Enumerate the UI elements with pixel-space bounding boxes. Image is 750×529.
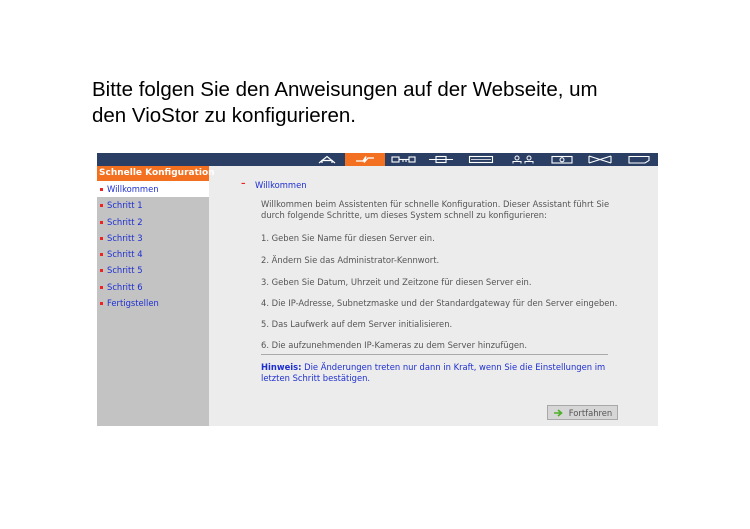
sidebar-item-willkommen[interactable]: Willkommen <box>97 181 209 198</box>
tab-disk[interactable] <box>460 153 502 166</box>
step-1: 1. Geben Sie Name für diesen Server ein. <box>261 233 435 243</box>
logs-icon <box>628 155 650 164</box>
divider <box>261 354 608 355</box>
camera-icon <box>551 155 573 164</box>
sidebar-item-schritt-2[interactable]: Schritt 2 <box>97 214 209 230</box>
instruction-text: Bitte folgen Sie den Anweisungen auf der… <box>92 77 692 129</box>
sidebar-item-schritt-6[interactable]: Schritt 6 <box>97 279 209 295</box>
note-text: Die Änderungen treten nur dann in Kraft,… <box>261 362 606 383</box>
sidebar-item-fertigstellen[interactable]: Fertigstellen <box>97 295 209 311</box>
step-6: 6. Die aufzunehmenden IP-Kameras zu dem … <box>261 340 528 350</box>
tab-recording[interactable] <box>581 153 619 166</box>
step-2: 2. Ändern Sie das Administrator-Kennwort… <box>261 255 440 265</box>
sidebar-item-schritt-1[interactable]: Schritt 1 <box>97 197 209 213</box>
tab-users[interactable] <box>503 153 543 166</box>
tab-home[interactable] <box>309 153 344 166</box>
tab-system-settings[interactable] <box>386 153 422 166</box>
home-icon <box>318 155 335 164</box>
arrow-right-icon <box>553 408 563 417</box>
note: Hinweis: Die Änderungen treten nur dann … <box>261 362 621 384</box>
intro-text: Willkommen beim Assistenten für schnelle… <box>261 199 610 220</box>
continue-button[interactable]: Fortfahren <box>547 405 618 420</box>
top-nav-bar <box>97 153 658 166</box>
instruction-line-2: den VioStor zu konfigurieren. <box>92 104 357 127</box>
section-title: Willkommen <box>255 180 307 190</box>
tab-network[interactable] <box>423 153 459 166</box>
note-label: Hinweis: <box>261 362 302 372</box>
users-icon <box>512 155 534 164</box>
network-icon <box>429 155 453 164</box>
app-window: Schnelle Konfiguration Willkommen Schrit… <box>97 153 658 426</box>
sidebar-item-schritt-5[interactable]: Schritt 5 <box>97 262 209 278</box>
step-3: 3. Geben Sie Datum, Uhrzeit und Zeitzone… <box>261 277 532 287</box>
continue-button-label: Fortfahren <box>568 407 613 418</box>
disk-icon <box>468 155 494 164</box>
tab-camera[interactable] <box>544 153 580 166</box>
recording-icon <box>588 155 612 164</box>
instruction-line-1: Bitte folgen Sie den Anweisungen auf der… <box>92 78 598 101</box>
quick-config-icon <box>356 156 374 163</box>
sidebar-header: Schnelle Konfiguration <box>97 166 215 181</box>
sidebar-item-schritt-4[interactable]: Schritt 4 <box>97 246 209 262</box>
section-dash: – <box>241 179 246 189</box>
tab-quick-config[interactable] <box>345 153 385 166</box>
system-settings-icon <box>391 156 416 163</box>
step-5: 5. Das Laufwerk auf dem Server initialis… <box>261 319 453 329</box>
step-4: 4. Die IP-Adresse, Subnetzmaske und der … <box>261 298 618 308</box>
tab-logs[interactable] <box>620 153 658 166</box>
sidebar: Schnelle Konfiguration Willkommen Schrit… <box>97 166 215 426</box>
sidebar-item-schritt-3[interactable]: Schritt 3 <box>97 230 209 246</box>
main-panel: – Willkommen Willkommen beim Assistenten… <box>209 166 658 426</box>
